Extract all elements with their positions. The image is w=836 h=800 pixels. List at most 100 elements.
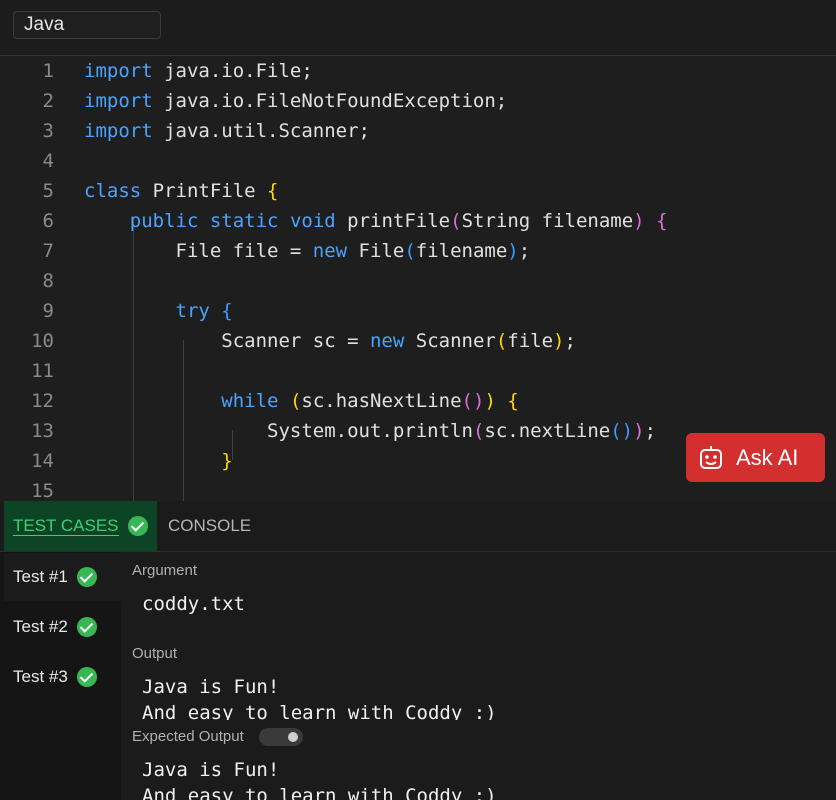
top-bar: Java — [0, 0, 836, 56]
code-token: java.io.File; — [152, 60, 313, 82]
line-number: 11 — [31, 360, 54, 382]
code-token: file — [507, 330, 554, 352]
argument-label: Argument — [132, 562, 198, 579]
line-number: 9 — [42, 300, 54, 322]
code-keyword: new — [369, 330, 405, 352]
code-token: Scanner — [404, 330, 496, 352]
test-case-list: Test #1 Test #2 Test #3 — [0, 552, 121, 800]
line-number: 3 — [42, 120, 54, 142]
code-token: () — [461, 390, 485, 412]
code-keyword: void — [289, 210, 336, 232]
code-keyword: import — [84, 120, 153, 142]
output-box: Java is Fun! And easy to learn with Codd… — [121, 672, 836, 720]
code-line[interactable]: 2 import java.io.FileNotFoundException; — [0, 86, 836, 116]
code-token: File file = — [84, 240, 313, 262]
code-line[interactable]: 7 File file = new File(filename); — [0, 236, 836, 266]
code-token: ( — [495, 330, 508, 352]
code-token: ) — [507, 240, 519, 262]
code-token: { — [267, 180, 279, 202]
test-item-3[interactable]: Test #3 — [4, 653, 121, 701]
tab-test-cases-label: TEST CASES — [13, 515, 119, 536]
code-token: ; — [644, 420, 657, 442]
code-token: () — [610, 420, 634, 442]
code-line[interactable]: 10 Scanner sc = new Scanner(file); — [0, 326, 836, 356]
tab-console[interactable]: CONSOLE — [168, 501, 251, 551]
code-keyword: new — [312, 240, 348, 262]
check-circle-icon — [76, 667, 97, 687]
code-line[interactable]: 9 try { — [0, 296, 836, 326]
code-token: ) — [633, 210, 645, 232]
test-item-2[interactable]: Test #2 — [4, 603, 121, 651]
code-token: sc.hasNextLine — [301, 390, 462, 412]
ask-ai-button[interactable]: Ask AI — [686, 433, 825, 482]
code-keyword: import — [84, 60, 153, 82]
line-number: 12 — [31, 390, 54, 412]
code-text: System.out.println(sc.nextLine()); — [84, 416, 656, 446]
code-keyword: import — [84, 90, 153, 112]
line-number: 8 — [42, 270, 54, 292]
code-line[interactable]: 1 import java.io.File; — [0, 56, 836, 86]
tab-test-cases[interactable]: TEST CASES — [4, 501, 157, 551]
code-text: File file = new File(filename); — [84, 236, 531, 266]
test-result-panel: Argument coddy.txt Output Java is Fun! A… — [121, 552, 836, 800]
code-token: { — [656, 210, 668, 232]
check-circle-icon — [127, 516, 148, 536]
line-number: 10 — [31, 330, 54, 352]
code-token: ; — [564, 330, 576, 352]
code-token: ( — [289, 390, 302, 412]
output-value: Java is Fun! And easy to learn with Codd… — [142, 676, 497, 720]
check-circle-icon — [76, 617, 97, 637]
ask-ai-label: Ask AI — [736, 444, 799, 470]
tab-console-label: CONSOLE — [168, 516, 252, 535]
code-token: ( — [450, 210, 462, 232]
test-item-label: Test #3 — [13, 667, 68, 686]
expected-output-box: Java is Fun! And easy to learn with Codd… — [121, 755, 836, 800]
code-token: Scanner sc = — [84, 330, 370, 352]
code-text: try { — [84, 296, 233, 326]
code-line[interactable]: 5 class PrintFile { — [0, 176, 836, 206]
expected-output-toggle[interactable] — [259, 728, 303, 746]
test-item-1[interactable]: Test #1 — [4, 553, 121, 601]
code-token: sc.nextLine — [484, 420, 611, 442]
code-text: import java.util.Scanner; — [84, 116, 370, 146]
code-line[interactable]: 3 import java.util.Scanner; — [0, 116, 836, 146]
code-token: java.io.FileNotFoundException; — [152, 90, 508, 112]
line-number: 4 — [42, 150, 54, 172]
line-number: 13 — [31, 420, 54, 442]
output-label: Output — [132, 645, 178, 662]
code-keyword: class — [84, 180, 142, 202]
code-token: { — [221, 300, 233, 322]
code-line[interactable]: 4 — [0, 146, 836, 176]
expected-output-label: Expected Output — [132, 728, 244, 745]
code-token: String filename — [461, 210, 634, 232]
code-token: ; — [518, 240, 531, 262]
argument-value: coddy.txt — [142, 593, 245, 615]
code-keyword: public — [129, 210, 199, 232]
code-line[interactable]: 6 public static void printFile(String fi… — [0, 206, 836, 236]
language-select[interactable]: Java — [13, 11, 161, 39]
line-number: 14 — [31, 450, 54, 472]
code-token: ( — [404, 240, 416, 262]
robot-icon — [700, 445, 722, 469]
code-line[interactable]: 8 — [0, 266, 836, 296]
code-text: class PrintFile { — [84, 176, 279, 206]
code-line[interactable]: 11 — [0, 356, 836, 386]
toggle-knob — [288, 732, 298, 742]
test-item-label: Test #1 — [13, 567, 68, 586]
code-token: ) — [553, 330, 565, 352]
test-item-label: Test #2 — [13, 617, 68, 636]
code-keyword: static — [209, 210, 279, 232]
code-line[interactable]: 12 while (sc.hasNextLine()) { — [0, 386, 836, 416]
line-number: 7 — [42, 240, 54, 262]
code-token: ( — [472, 420, 485, 442]
code-token: File — [347, 240, 405, 262]
